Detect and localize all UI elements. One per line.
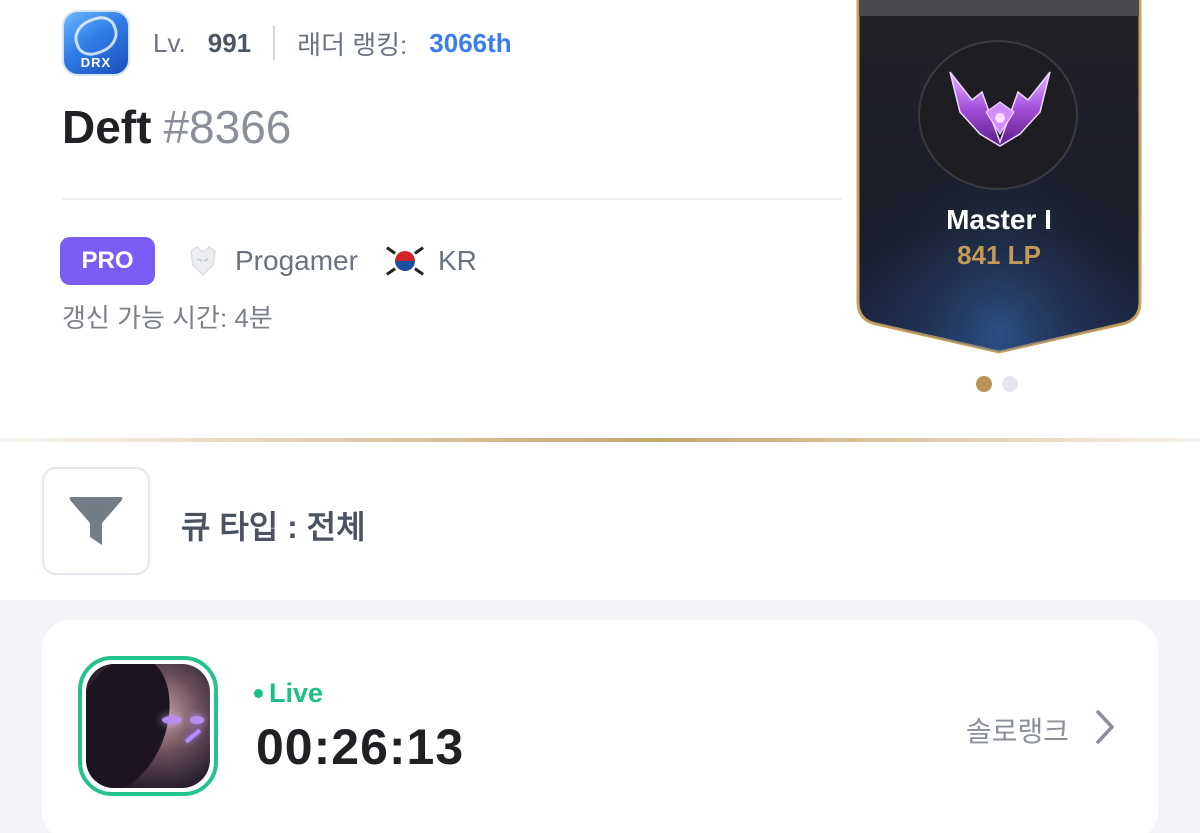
live-match-queue: 솔로랭크 [966,716,1070,747]
live-match-timer: 00:26:13 [256,719,465,775]
divider [62,198,842,200]
region-label: KR [437,245,477,276]
summoner-tag: #8366 [163,101,292,153]
live-dot-icon [254,689,263,698]
champion-hair [86,664,188,788]
champion-portrait [86,664,210,788]
rank-tier: Master I [946,204,1052,235]
champion-mark [184,728,202,744]
queue-type-filter-label[interactable]: 큐 타입 : 전체 [181,502,366,548]
level-ladder-row: Lv. 991 래더 랭킹: 3066th [153,24,512,62]
profile-header: DRX Lv. 991 래더 랭킹: 3066th Deft #8366 PRO … [0,0,1200,440]
filter-bar: 큐 타입 : 전체 [0,442,1200,600]
carousel-dot-active[interactable] [976,376,992,392]
ladder-rank-label: 래더 랭킹: [297,29,408,60]
chevron-right-icon[interactable] [1090,708,1120,746]
filter-button[interactable] [42,467,150,575]
team-logo-icon: DRX [62,10,130,76]
flag-bar [385,267,396,276]
flag-bar [413,267,424,276]
separator [273,26,276,60]
level-value: 991 [207,27,252,58]
champion-eye [190,716,204,724]
rank-lp: 841 LP [957,240,1041,270]
carousel-dot[interactable] [1002,376,1018,392]
filter-icon [69,497,123,545]
role-label: Progamer [235,245,358,276]
ladder-rank-value[interactable]: 3066th [429,28,511,59]
champion-portrait-frame [78,656,218,796]
master-emblem-icon [949,71,1051,147]
live-status-text: Live [269,678,324,708]
summoner-name: Deft [62,101,152,153]
team-logo-text: DRX [80,55,112,70]
team-logo-swirl [69,12,123,61]
flag-bar [385,246,396,255]
rank-card[interactable]: Master I 841 LP [856,0,1142,360]
summoner-name-row: Deft #8366 [62,100,291,154]
flag-taeguk [394,251,415,271]
live-match-card[interactable]: Live 00:26:13 솔로랭크 [42,620,1158,833]
pro-badge: PRO [60,237,155,285]
refresh-timer-text: 갱신 가능 시간: 4분 [62,303,273,333]
korea-flag-icon [385,245,424,277]
badge-row: PRO Progamer KR [60,237,477,285]
rank-emblem-container [918,40,1078,190]
champion-eye [162,716,182,724]
live-status: Live [254,678,323,709]
carousel-dots [976,376,1018,392]
level-label: Lv. [153,27,186,58]
progamer-icon [190,246,216,277]
match-list: Live 00:26:13 솔로랭크 [0,600,1200,833]
flag-bar [413,246,424,255]
